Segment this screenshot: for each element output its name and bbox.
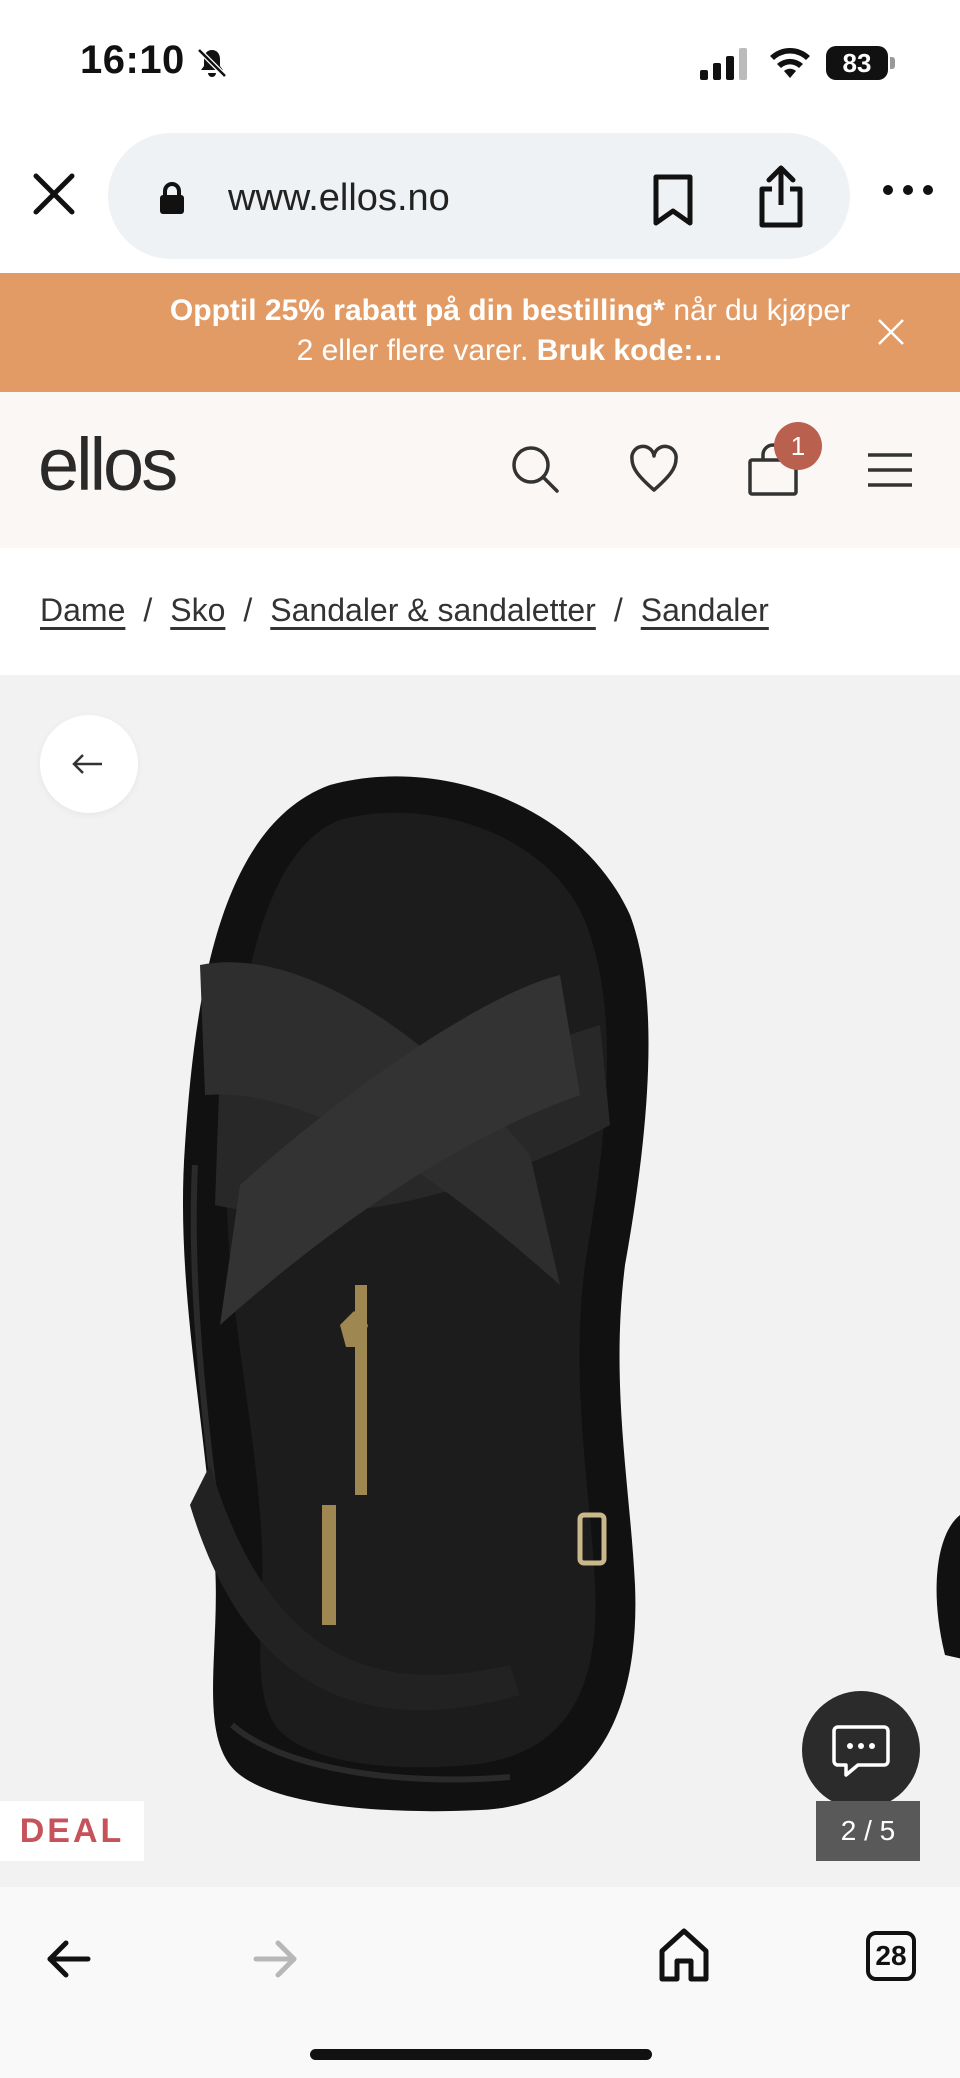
breadcrumb-sandaler[interactable]: Sandaler: [641, 592, 769, 628]
close-icon[interactable]: [876, 317, 906, 347]
url-text: www.ellos.no: [228, 177, 450, 219]
logo[interactable]: ellos: [38, 422, 178, 507]
status-bar: 16:10 83: [0, 0, 960, 125]
search-icon[interactable]: [510, 444, 560, 494]
tabs-icon[interactable]: 28: [866, 1931, 916, 1981]
site-header: ellos 1: [0, 392, 960, 548]
heart-icon[interactable]: [628, 444, 680, 494]
chat-icon: [832, 1725, 890, 1777]
arrow-left-icon[interactable]: [46, 1939, 92, 1979]
more-icon[interactable]: [880, 180, 936, 200]
arrow-left-icon: [72, 754, 102, 774]
breadcrumb-dame[interactable]: Dame: [40, 592, 125, 628]
breadcrumb: Dame / Sko / Sandaler & sandaletter / Sandaler: [40, 592, 769, 629]
deal-badge: DEAL: [0, 1801, 144, 1861]
status-time: 16:10: [80, 38, 185, 82]
chat-button[interactable]: [802, 1691, 920, 1809]
cart-count-badge: 1: [774, 422, 822, 470]
address-bar[interactable]: www.ellos.no: [108, 133, 850, 259]
signal-icon: [700, 48, 747, 80]
breadcrumb-separator: /: [613, 592, 623, 628]
promo-banner[interactable]: Opptil 25% rabatt på din bestilling* når…: [0, 273, 960, 392]
battery-level: 83: [826, 46, 888, 80]
next-image-preview: [936, 1515, 960, 1659]
product-image: [182, 776, 649, 1812]
wifi-icon: [770, 48, 810, 78]
browser-bottom-bar: 28: [0, 1887, 960, 2078]
browser-toolbar: www.ellos.no: [0, 125, 960, 273]
image-counter: 2 / 5: [816, 1801, 920, 1861]
lock-icon: [160, 182, 184, 214]
promo-text: Opptil 25% rabatt på din bestilling* når…: [169, 294, 851, 367]
breadcrumb-sko[interactable]: Sko: [170, 592, 225, 628]
bell-slash-icon: [197, 48, 227, 78]
arrow-right-icon[interactable]: [252, 1939, 298, 1979]
breadcrumb-separator: /: [143, 592, 153, 628]
share-icon[interactable]: [756, 165, 806, 229]
breadcrumb-sandaler-sandaletter[interactable]: Sandaler & sandaletter: [270, 592, 596, 628]
home-icon[interactable]: [658, 1927, 710, 1983]
gallery-prev-button[interactable]: [40, 715, 138, 813]
close-icon[interactable]: [30, 170, 78, 218]
product-gallery[interactable]: DEAL 2 / 5: [0, 675, 960, 1887]
breadcrumb-separator: /: [243, 592, 253, 628]
bookmark-icon[interactable]: [650, 173, 696, 227]
battery-icon: 83: [826, 46, 896, 80]
home-indicator: [310, 2049, 652, 2060]
menu-icon[interactable]: [866, 450, 914, 490]
